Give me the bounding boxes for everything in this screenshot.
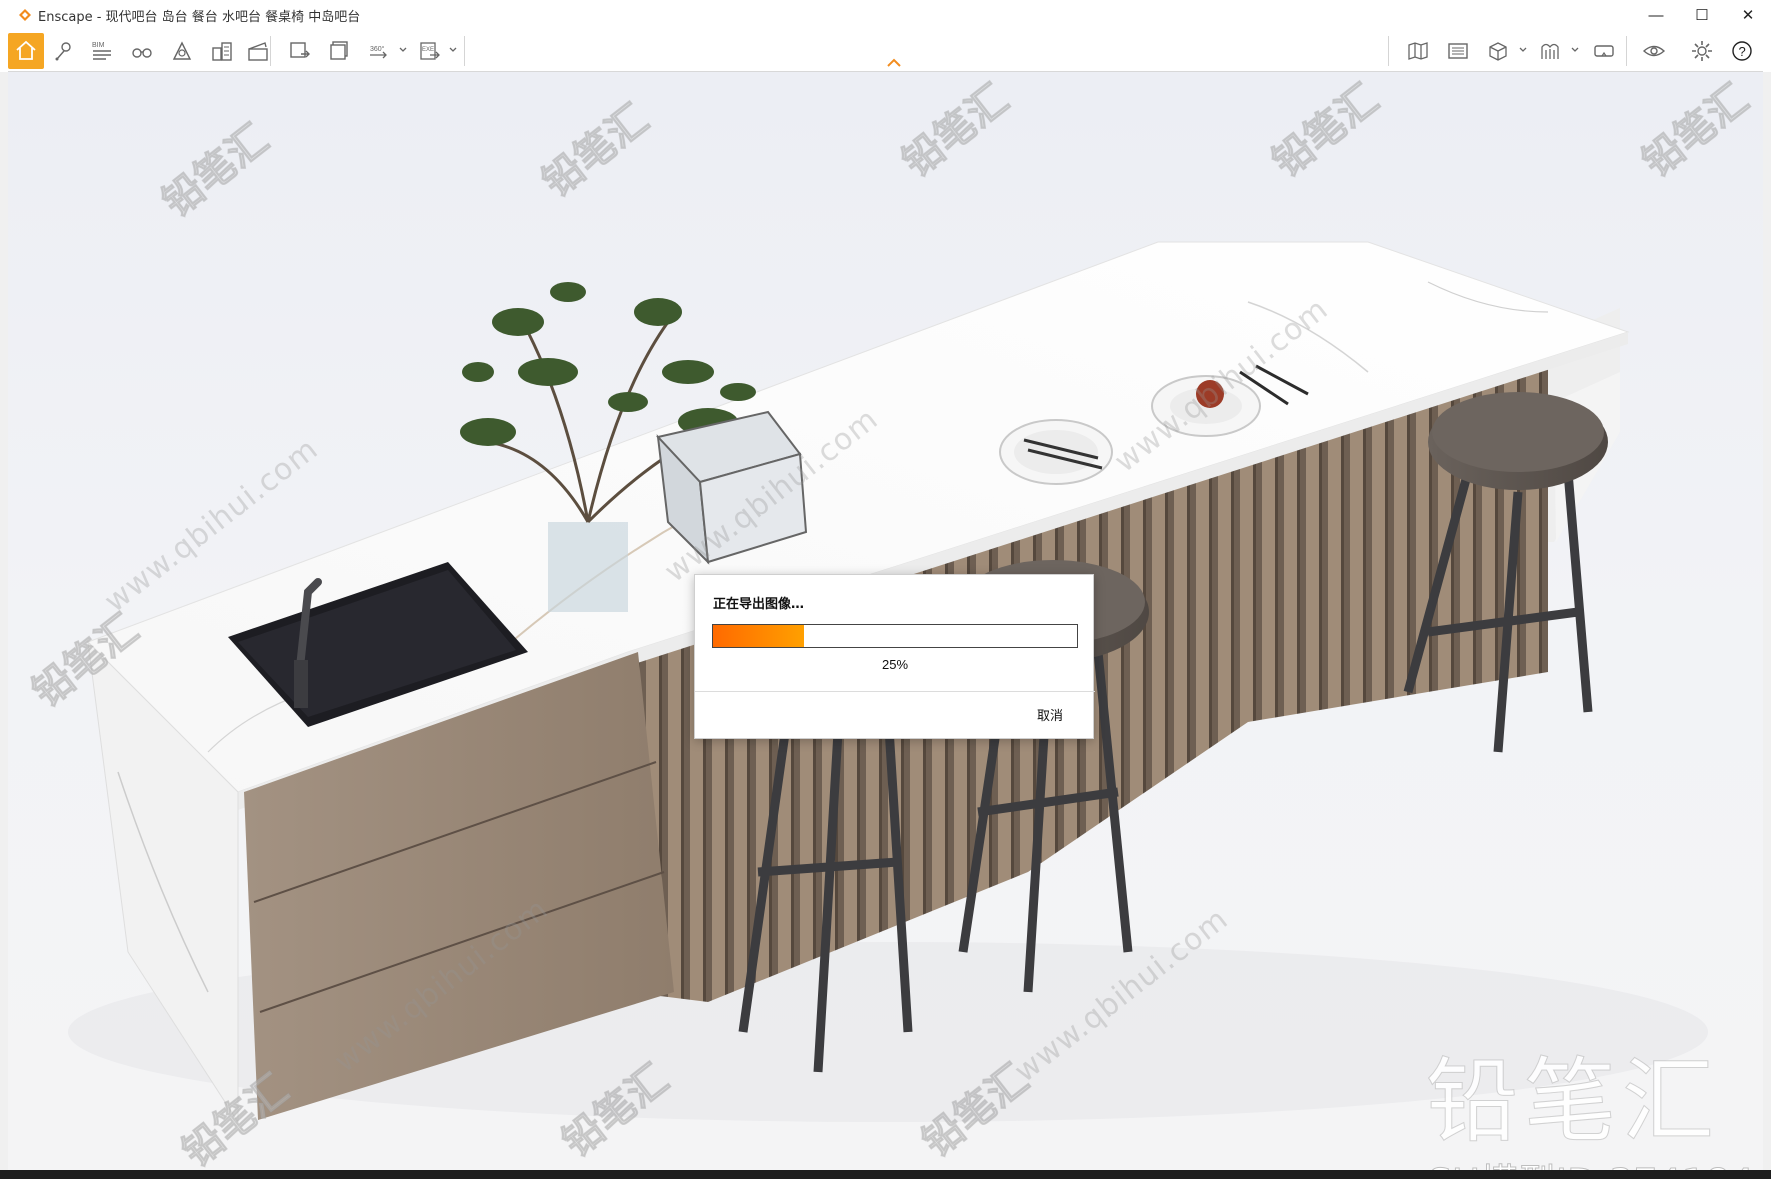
- cube-icon: [1489, 42, 1507, 61]
- brand-watermark: 铅笔汇 SU模型ID:374184: [1426, 1048, 1763, 1171]
- model-id-label: SU模型ID:374184: [1428, 1152, 1763, 1171]
- svg-text:EXE: EXE: [422, 47, 434, 53]
- collapse-toolbar-chevron-icon[interactable]: [886, 56, 902, 68]
- material-icon: [1541, 43, 1559, 59]
- material-dropdown-chevron-icon[interactable]: [1570, 45, 1580, 55]
- home-icon: [16, 40, 36, 60]
- material-button[interactable]: [1532, 33, 1568, 69]
- dialog-divider: [695, 691, 1095, 692]
- progress-fill: [713, 625, 804, 647]
- toolbar-separator: [464, 36, 465, 66]
- map-icon: [1408, 42, 1428, 60]
- map-button[interactable]: [1400, 33, 1436, 69]
- export-progress-dialog: 正在导出图像… 25% 取消: [694, 574, 1095, 739]
- window-title: Enscape - 现代吧台 岛台 餐台 水吧台 餐桌椅 中岛吧台: [38, 9, 361, 25]
- settings-button[interactable]: [1684, 33, 1720, 69]
- asset-library-button[interactable]: [1440, 33, 1476, 69]
- svg-text:BIM: BIM: [92, 42, 105, 49]
- enscape-logo-icon: [19, 9, 31, 21]
- bim-button[interactable]: BIM: [84, 33, 120, 69]
- toolbar-separator: [270, 36, 271, 66]
- close-button[interactable]: ✕: [1725, 0, 1771, 30]
- export-progress-bar: [712, 624, 1078, 648]
- clapper-icon: [248, 42, 268, 61]
- brand-name: 铅笔汇: [1426, 1048, 1721, 1155]
- buildings-button[interactable]: [204, 33, 240, 69]
- screenshot-button[interactable]: [282, 33, 318, 69]
- vr-headset-icon: [1594, 45, 1614, 57]
- cube-dropdown-chevron-icon[interactable]: [1518, 45, 1528, 55]
- left-window-edge: [0, 72, 8, 1179]
- batch-render-button[interactable]: [322, 33, 358, 69]
- title-bar: Enscape - 现代吧台 岛台 餐台 水吧台 餐桌椅 中岛吧台 — ☐ ✕: [0, 0, 1771, 30]
- toolbar-separator: [1626, 36, 1627, 66]
- atmosphere-icon: [172, 41, 192, 60]
- eye-icon: [1642, 45, 1666, 57]
- svg-text:360°: 360°: [370, 45, 385, 53]
- location-pin-icon: [55, 42, 71, 61]
- bar-stool-3: [1403, 392, 1608, 753]
- settings-gear-icon: [1692, 41, 1712, 61]
- bottom-window-edge: [0, 1170, 1771, 1179]
- panorama-icon: 360°: [370, 45, 387, 59]
- bim-icon: BIM: [92, 42, 111, 60]
- minimize-button[interactable]: —: [1633, 0, 1679, 30]
- asset-library-icon: [1448, 43, 1468, 59]
- progress-percent: 25%: [881, 657, 909, 672]
- toolbar-separator: [1388, 36, 1389, 66]
- svg-text:?: ?: [1739, 44, 1746, 59]
- cube-button[interactable]: [1480, 33, 1516, 69]
- render-viewport[interactable]: www.qbihui.com www.qbihui.com www.qbihui…: [8, 72, 1763, 1170]
- panorama-dropdown-chevron-icon[interactable]: [398, 45, 408, 55]
- buildings-icon: [212, 42, 232, 61]
- atmosphere-button[interactable]: [164, 33, 200, 69]
- maximize-button[interactable]: ☐: [1679, 0, 1725, 30]
- view-settings-button[interactable]: [1636, 33, 1672, 69]
- enscape-toolbar: BIM 360° EXE ?: [8, 30, 1763, 72]
- exe-export-icon: EXE: [420, 42, 440, 60]
- cancel-button[interactable]: 取消: [1037, 705, 1063, 724]
- vr-headset-button[interactable]: [1586, 33, 1622, 69]
- help-button[interactable]: ?: [1724, 33, 1760, 69]
- help-icon: ?: [1732, 41, 1752, 61]
- exe-dropdown-chevron-icon[interactable]: [448, 45, 458, 55]
- exe-export-button[interactable]: EXE: [412, 33, 448, 69]
- location-button[interactable]: [46, 33, 82, 69]
- window-controls: — ☐ ✕: [1633, 0, 1771, 30]
- dialog-title: 正在导出图像…: [713, 597, 805, 612]
- panorama-button[interactable]: 360°: [362, 33, 398, 69]
- enscape-window: Enscape - 现代吧台 岛台 餐台 水吧台 餐桌椅 中岛吧台 — ☐ ✕ …: [0, 0, 1771, 1179]
- screenshot-icon: [290, 42, 310, 58]
- batch-render-icon: [330, 41, 348, 60]
- binoculars-icon: [132, 48, 152, 58]
- right-window-edge: [1763, 72, 1771, 1179]
- binoculars-button[interactable]: [124, 33, 160, 69]
- home-button[interactable]: [8, 33, 44, 69]
